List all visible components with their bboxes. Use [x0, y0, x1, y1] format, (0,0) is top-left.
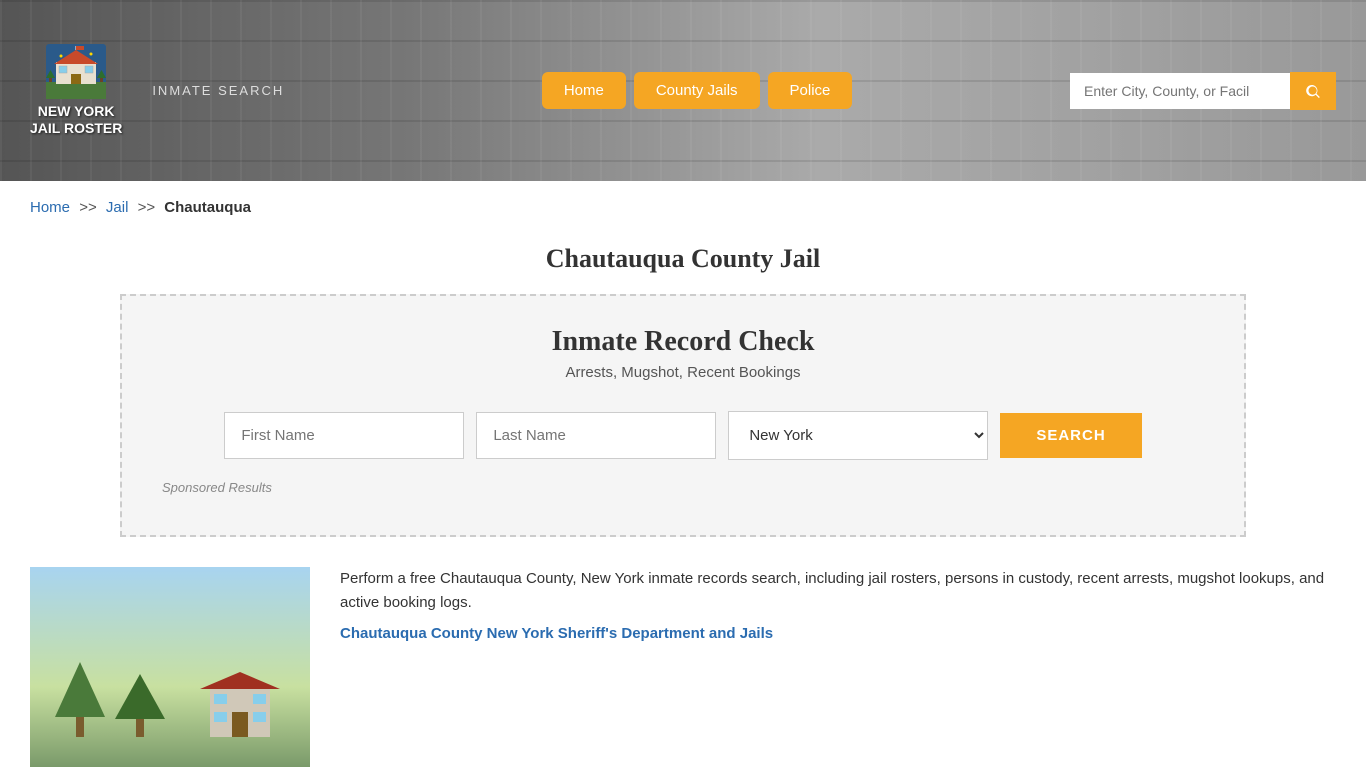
- breadcrumb-sep-2: >>: [138, 199, 156, 216]
- breadcrumb-current: Chautauqua: [164, 199, 251, 216]
- last-name-input[interactable]: [476, 412, 716, 459]
- header-search-button[interactable]: [1290, 72, 1336, 110]
- page-title: Chautauqua County Jail: [30, 244, 1336, 274]
- logo-icon: [46, 44, 106, 99]
- first-name-input[interactable]: [224, 412, 464, 459]
- search-icon: [1304, 82, 1322, 100]
- header-search-bar: [1070, 72, 1336, 110]
- content-description: Perform a free Chautauqua County, New Yo…: [340, 567, 1336, 615]
- record-form: New York Alabama Alaska Arizona Arkansas…: [162, 411, 1204, 460]
- nav-police-button[interactable]: Police: [768, 72, 853, 109]
- logo-area[interactable]: NEW YORK JAIL ROSTER: [30, 44, 122, 137]
- building-svg: [190, 667, 290, 747]
- sponsored-results-label: Sponsored Results: [162, 480, 1204, 495]
- header-search-input[interactable]: [1070, 73, 1290, 109]
- content-section: Perform a free Chautauqua County, New Yo…: [0, 537, 1366, 767]
- nav-county-jails-button[interactable]: County Jails: [634, 72, 760, 109]
- record-check-subtitle: Arrests, Mugshot, Recent Bookings: [162, 364, 1204, 381]
- content-image: [30, 567, 310, 767]
- nav-buttons: Home County Jails Police: [324, 72, 1070, 109]
- record-check-title: Inmate Record Check: [162, 326, 1204, 358]
- content-text-area: Perform a free Chautauqua County, New Yo…: [340, 567, 1336, 767]
- logo-text: NEW YORK JAIL ROSTER: [30, 103, 122, 137]
- state-select[interactable]: New York Alabama Alaska Arizona Arkansas…: [728, 411, 988, 460]
- page-title-area: Chautauqua County Jail: [0, 234, 1366, 294]
- breadcrumb-home-link[interactable]: Home: [30, 199, 70, 216]
- content-subtitle[interactable]: Chautauqua County New York Sheriff's Dep…: [340, 625, 1336, 642]
- breadcrumb-sep-1: >>: [79, 199, 97, 216]
- breadcrumb: Home >> Jail >> Chautauqua: [0, 181, 1366, 234]
- breadcrumb-jail-link[interactable]: Jail: [106, 199, 129, 216]
- nav-home-button[interactable]: Home: [542, 72, 626, 109]
- site-header: NEW YORK JAIL ROSTER INMATE SEARCH Home …: [0, 0, 1366, 181]
- record-search-button[interactable]: SEARCH: [1000, 413, 1141, 458]
- record-check-section: Inmate Record Check Arrests, Mugshot, Re…: [120, 294, 1246, 537]
- inmate-search-label: INMATE SEARCH: [152, 83, 284, 98]
